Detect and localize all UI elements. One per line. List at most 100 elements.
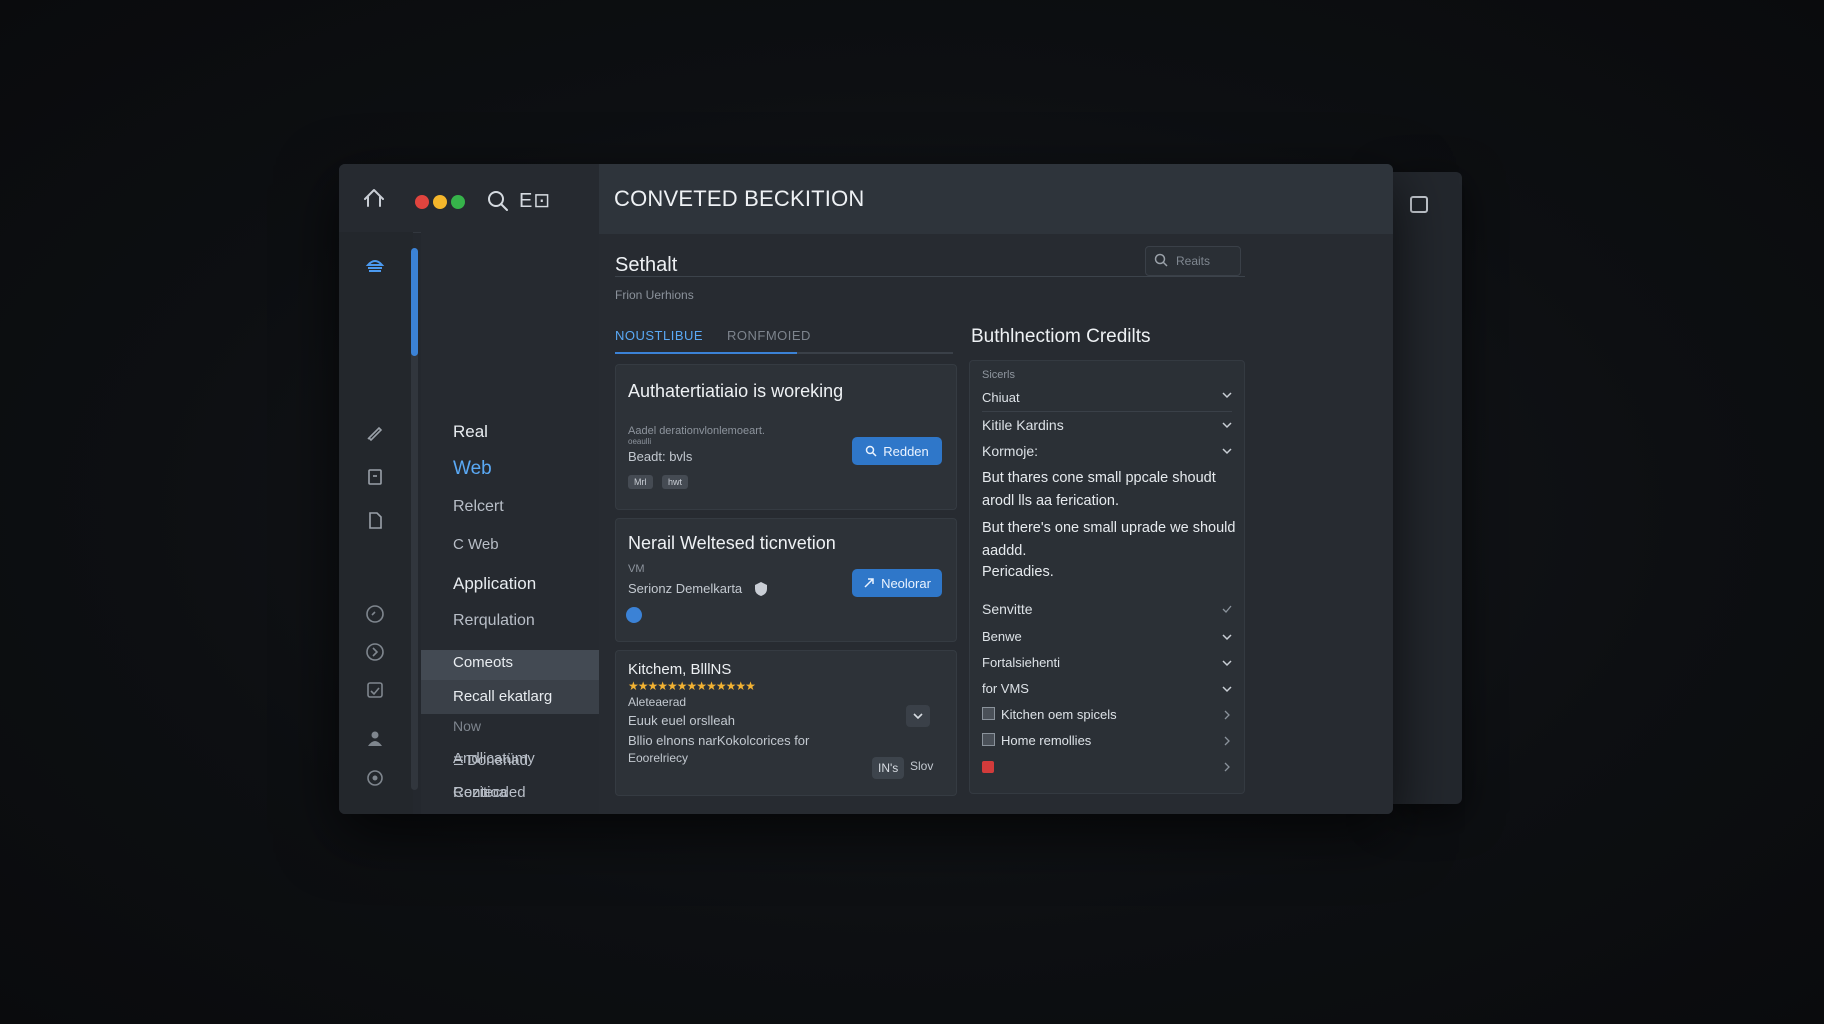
icon-rail	[339, 232, 413, 814]
link-icon	[864, 578, 874, 588]
nav-item-recall[interactable]: Recall ekatlarg	[453, 688, 552, 705]
neolorar-button[interactable]: Neolorar	[852, 569, 942, 597]
row-label: Fortalsiehenti	[982, 655, 1061, 670]
card-line: Serionz Demelkarta	[628, 581, 743, 596]
row-label: Benwe	[982, 629, 1022, 644]
pen-icon[interactable]	[365, 422, 385, 442]
card-line: Bllio elnons narKokolcorices for	[628, 733, 810, 748]
nav-item-real[interactable]: Real	[453, 422, 488, 442]
dropdown-row[interactable]: Fortalsiehenti	[982, 655, 1232, 675]
info-paragraph: But thares cone small ppcale shoudt arod…	[982, 470, 1216, 509]
document-icon[interactable]	[365, 510, 385, 530]
nav-item-web[interactable]: Web	[453, 458, 492, 480]
chevron-right-icon	[1224, 710, 1230, 720]
alert-icon[interactable]	[982, 761, 994, 773]
search-icon[interactable]	[487, 190, 509, 212]
section-subtitle: Frion Uerhions	[615, 288, 694, 302]
secondary-window	[1390, 172, 1462, 804]
row-label: Home remollies	[1001, 733, 1092, 748]
dropdown-row[interactable]: Senvitte	[982, 601, 1232, 621]
button-label: Redden	[883, 443, 929, 459]
dropdown-row[interactable]: for VMS	[982, 681, 1232, 701]
dropdown-row[interactable]: Kormoje:	[982, 443, 1232, 463]
card-line: Euuk euel orslleah	[628, 713, 735, 728]
nav-item-andlicatumy[interactable]: Andlicatümy	[453, 750, 535, 767]
sidebar-nav: Real Web Relcert C Web Application Rerqu…	[421, 232, 599, 814]
clipboard-icon[interactable]	[365, 466, 385, 486]
chevron-down-icon	[1222, 448, 1232, 455]
folder-icon	[982, 733, 995, 746]
tab-noustlibue[interactable]: NOUSTLIBUE	[615, 328, 703, 343]
search-input[interactable]: Reaits	[1145, 246, 1241, 276]
chevron-right-icon	[1224, 736, 1230, 746]
circle-arrow-icon[interactable]	[365, 642, 385, 662]
info-paragraph: Pericadies.	[982, 564, 1054, 580]
info-paragraph: But there's one small uprade we should a…	[982, 520, 1236, 559]
nav-item-application[interactable]: Application	[453, 574, 536, 594]
user-icon[interactable]	[365, 728, 385, 748]
page-title: CONVETED BECKITION	[614, 186, 865, 211]
nav-item-comeots[interactable]: Comeots	[453, 654, 513, 671]
rating-stars: ★★★★★★★★★★★★★	[628, 679, 756, 693]
tab-ronfmoied[interactable]: RONFMOIED	[727, 328, 811, 343]
row-label: Kormoje:	[982, 443, 1039, 459]
card-line: Eoorelriecy	[628, 751, 689, 765]
card-title: Kitchem, BlllNS	[628, 661, 732, 678]
card-line: oeaulli	[628, 437, 652, 446]
dropdown-row[interactable]: Chiuat	[982, 387, 1232, 412]
toolbar: E⊡	[339, 164, 599, 233]
window-icon[interactable]	[1410, 196, 1428, 213]
credentials-title: Buthlnectiom Credilts	[971, 326, 1151, 347]
dropdown-row[interactable]: Benwe	[982, 629, 1232, 649]
section-title: Sethalt	[615, 254, 678, 276]
redden-button[interactable]: Redden	[852, 437, 942, 465]
nav-item-contecded[interactable]: Contecded	[453, 784, 526, 801]
minimize-light[interactable]	[433, 195, 447, 209]
chevron-down-icon	[1222, 660, 1232, 667]
tag-chip[interactable]: Mrl	[628, 475, 653, 489]
toolbar-label[interactable]: E⊡	[519, 188, 551, 213]
app-window: E⊡ Real Web Relcert C Web Application Re…	[339, 164, 1393, 814]
scrollbar-thumb[interactable]	[411, 248, 418, 356]
tag-chip[interactable]: hwt	[662, 475, 689, 489]
link-row[interactable]: Kitchen oem spicels	[982, 707, 1232, 727]
layers-icon[interactable]	[365, 256, 385, 276]
window-controls	[415, 195, 465, 209]
key-icon	[865, 445, 877, 457]
tag-button[interactable]: IN's	[872, 757, 905, 779]
search-placeholder: Reaits	[1176, 254, 1211, 268]
card-line: Beadt: bvls	[628, 449, 693, 464]
nav-item-relcert[interactable]: Relcert	[453, 498, 504, 516]
tag-text: Slov	[910, 759, 934, 773]
card-line: Aadel derationvlonlemoeart.	[628, 425, 765, 437]
panel-label: Sicerls	[982, 369, 1016, 381]
verified-icon	[626, 607, 642, 623]
chevron-down-icon	[1222, 686, 1232, 693]
chevron-down-icon	[1222, 392, 1232, 399]
home-icon[interactable]	[363, 188, 385, 208]
circle-check-icon[interactable]	[365, 604, 385, 624]
kitchen-card: Kitchem, BlllNS ★★★★★★★★★★★★★ Aleteaerad…	[615, 650, 957, 796]
nav-item-c-web[interactable]: C Web	[453, 536, 499, 553]
maximize-light[interactable]	[451, 195, 465, 209]
shield-icon	[755, 582, 767, 596]
auth-card: Authatertiatiaio is woreking Aadel derat…	[615, 364, 957, 510]
nav-item-now[interactable]: Now	[453, 718, 481, 734]
dropdown-row[interactable]: Kitile Kardins	[982, 417, 1232, 437]
row-label: for VMS	[982, 681, 1029, 696]
chevron-down-icon	[1222, 634, 1232, 641]
active-tab-indicator	[615, 352, 797, 354]
card-title: Nerail Weltesed ticnvetion	[628, 533, 836, 553]
chevron-right-icon[interactable]	[1222, 762, 1232, 772]
close-light[interactable]	[415, 195, 429, 209]
main-content: Sethalt Reaits Frion Uerhions NOUSTLIBUE…	[599, 234, 1393, 814]
image-icon[interactable]	[365, 680, 385, 700]
settings-icon[interactable]	[365, 768, 385, 788]
check-icon	[1222, 605, 1232, 613]
search-icon	[1154, 253, 1168, 267]
link-row[interactable]: Home remollies	[982, 733, 1232, 753]
nav-item-rerqulation[interactable]: Rerqulation	[453, 612, 535, 630]
row-label: Kitchen oem spicels	[1001, 707, 1117, 722]
card-title: Authatertiatiaio is woreking	[628, 381, 844, 401]
expand-button[interactable]	[906, 705, 930, 727]
